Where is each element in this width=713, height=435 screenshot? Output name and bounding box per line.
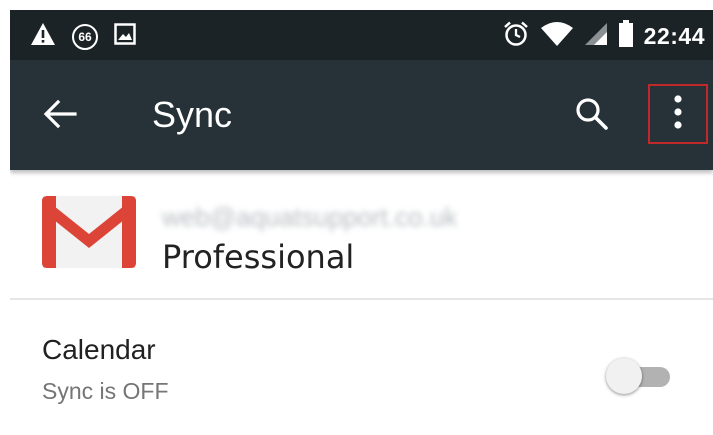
- gmail-logo-icon: [42, 196, 136, 268]
- search-button[interactable]: [572, 96, 612, 136]
- search-icon: [575, 97, 609, 136]
- account-email: web@aquatsupport.co.uk: [162, 202, 458, 232]
- alarm-icon: [502, 20, 530, 53]
- sync-item-calendar[interactable]: Calendar Sync is OFF: [10, 300, 713, 435]
- page-title: Sync: [152, 94, 233, 135]
- toggle-thumb: [606, 358, 642, 394]
- arrow-back-icon: [43, 99, 77, 134]
- calendar-sync-toggle[interactable]: [606, 356, 672, 396]
- status-bar: 66 22:44: [10, 10, 713, 60]
- wifi-icon: [540, 21, 574, 52]
- sixty-six-badge-icon: 66: [72, 23, 98, 50]
- back-button[interactable]: [40, 96, 80, 136]
- status-bar-system: 22:44: [502, 20, 705, 53]
- more-vert-icon: [674, 94, 682, 134]
- sync-settings-screen: 66 22:44 Sync web@aquatsupport.co.uk Pro…: [10, 10, 713, 435]
- cell-signal-icon: [584, 22, 608, 51]
- more-options-button[interactable]: [648, 84, 708, 144]
- sync-item-status: Sync is OFF: [42, 378, 169, 404]
- status-bar-time: 22:44: [643, 23, 705, 49]
- account-type: Professional: [162, 238, 355, 276]
- app-toolbar: Sync: [10, 60, 713, 170]
- account-header: web@aquatsupport.co.uk Professional: [10, 170, 713, 298]
- sync-item-title: Calendar: [42, 334, 156, 365]
- warning-icon: [30, 22, 56, 51]
- image-icon: [114, 23, 136, 50]
- battery-icon: [618, 20, 634, 53]
- status-bar-notifications: 66: [30, 22, 136, 51]
